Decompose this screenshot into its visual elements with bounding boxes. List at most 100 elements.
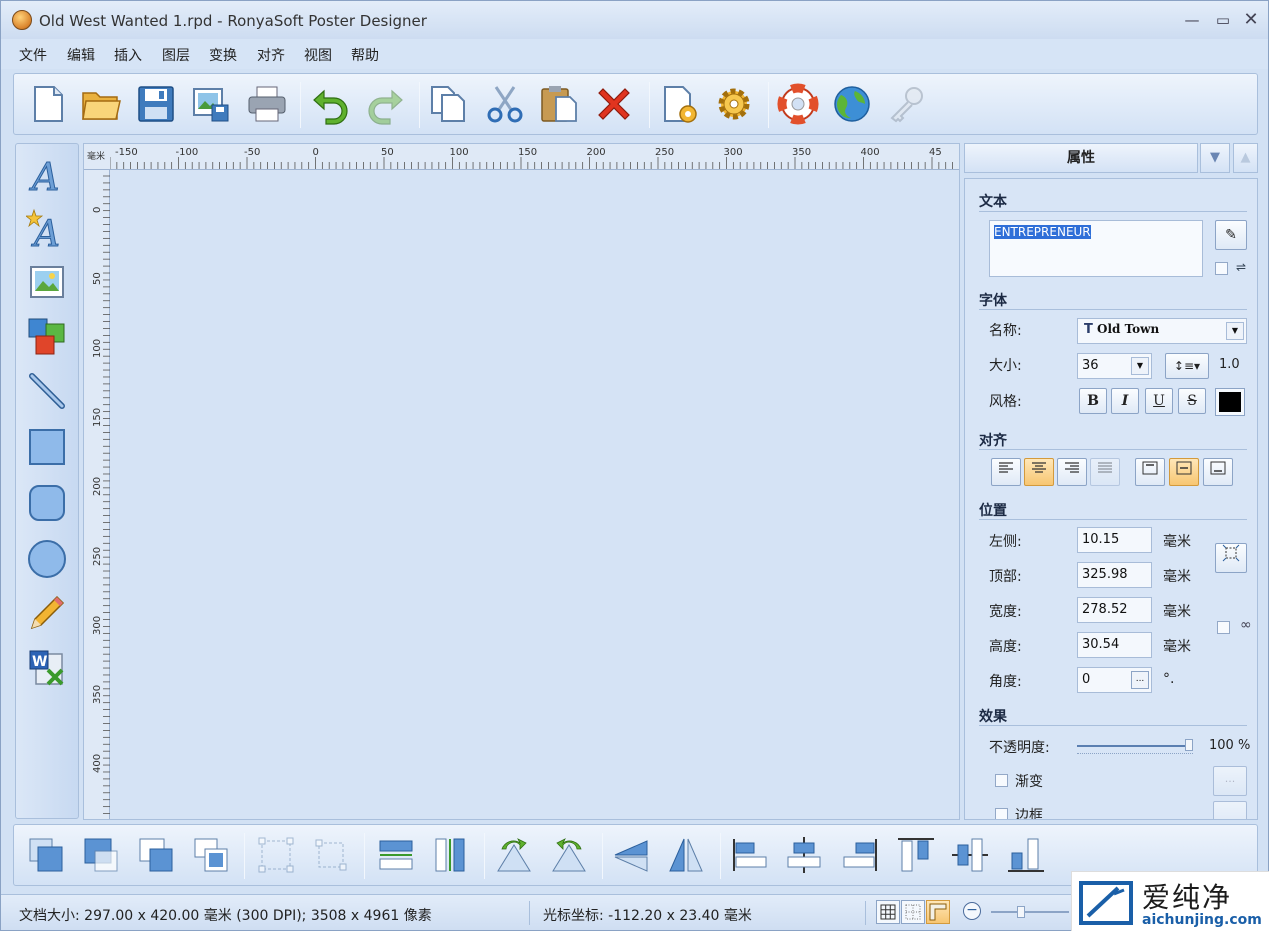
menu-layer[interactable]: 图层: [162, 45, 190, 65]
send-backward-icon[interactable]: [136, 835, 176, 875]
underline-button[interactable]: U: [1145, 388, 1173, 414]
align-top-icon[interactable]: [896, 835, 936, 875]
menu-help[interactable]: 帮助: [351, 45, 379, 65]
valign-middle-button[interactable]: [1169, 458, 1199, 486]
bring-forward-icon[interactable]: [81, 835, 121, 875]
menu-view[interactable]: 视图: [304, 45, 332, 65]
align-right-button[interactable]: [1057, 458, 1087, 486]
valign-bottom-button[interactable]: [1203, 458, 1233, 486]
text-input[interactable]: ENTREPRENEUR: [989, 220, 1203, 277]
grid-toggle-button[interactable]: [876, 900, 900, 924]
rotate-left-icon[interactable]: [494, 835, 534, 875]
italic-button[interactable]: I: [1111, 388, 1139, 414]
page-setup-icon[interactable]: [659, 83, 701, 125]
menu-transform[interactable]: 变换: [209, 45, 237, 65]
settings-gear-icon[interactable]: [713, 83, 755, 125]
pencil-tool-icon[interactable]: [26, 592, 68, 634]
valign-top-button[interactable]: [1135, 458, 1165, 486]
send-to-back-icon[interactable]: [191, 835, 231, 875]
edit-text-button[interactable]: ✎: [1215, 220, 1247, 250]
font-size-select[interactable]: 36 ▼: [1077, 353, 1152, 379]
flip-horizontal-icon[interactable]: [666, 835, 706, 875]
new-document-icon[interactable]: [27, 83, 69, 125]
align-middle-icon[interactable]: [950, 835, 990, 875]
rounded-rectangle-tool-icon[interactable]: [26, 482, 68, 524]
minimize-button[interactable]: —: [1181, 9, 1203, 31]
zoom-out-icon[interactable]: −: [963, 902, 981, 920]
work-canvas[interactable]: [111, 171, 959, 819]
opacity-slider[interactable]: [1077, 739, 1193, 751]
canvas-area[interactable]: 毫米 -150 -100 -50 0 50 100 150 200 250 300 350 400 45…: [83, 143, 960, 820]
menu-align[interactable]: 对齐: [257, 45, 285, 65]
license-key-icon[interactable]: [886, 83, 928, 125]
clipart-tool-icon[interactable]: [26, 316, 68, 358]
panel-dropdown-button[interactable]: ▼: [1200, 143, 1230, 173]
align-center-icon[interactable]: [784, 835, 824, 875]
save-icon[interactable]: [135, 83, 177, 125]
zoom-slider[interactable]: [991, 906, 1069, 918]
align-bottom-icon[interactable]: [1006, 835, 1046, 875]
width-input[interactable]: 278.52: [1077, 597, 1152, 623]
align-left-icon[interactable]: [730, 835, 770, 875]
paste-icon[interactable]: [538, 83, 580, 125]
line-spacing-button[interactable]: ↕≡▾: [1165, 353, 1209, 379]
maximize-button[interactable]: ▭: [1212, 9, 1234, 31]
ungroup-icon[interactable]: [311, 835, 351, 875]
position-preview-button[interactable]: [1215, 543, 1247, 573]
save-as-image-icon[interactable]: [190, 83, 232, 125]
menu-insert[interactable]: 插入: [114, 45, 142, 65]
web-globe-icon[interactable]: [831, 83, 873, 125]
font-name-select[interactable]: T Old Town ▼: [1077, 318, 1247, 344]
help-lifebuoy-icon[interactable]: [777, 83, 819, 125]
justify-button[interactable]: [1090, 458, 1120, 486]
text-tool-icon[interactable]: A: [26, 154, 68, 197]
print-icon[interactable]: [246, 83, 288, 125]
top-input[interactable]: 325.98: [1077, 562, 1152, 588]
align-left-button[interactable]: [991, 458, 1021, 486]
menu-file[interactable]: 文件: [19, 45, 47, 65]
copy-icon[interactable]: [428, 83, 470, 125]
menu-edit[interactable]: 编辑: [67, 45, 95, 65]
group-icon[interactable]: [256, 835, 296, 875]
image-tool-icon[interactable]: [26, 262, 68, 304]
height-input[interactable]: 30.54: [1077, 632, 1152, 658]
rulers-toggle-button[interactable]: [926, 900, 950, 924]
bold-button[interactable]: B: [1079, 388, 1107, 414]
ellipse-tool-icon[interactable]: [26, 538, 68, 580]
strikethrough-button[interactable]: S: [1178, 388, 1206, 414]
panel-collapse-button[interactable]: ▲: [1233, 143, 1258, 173]
word-import-tool-icon[interactable]: W: [26, 646, 68, 688]
rotate-right-icon[interactable]: [549, 835, 589, 875]
lock-aspect-checkbox[interactable]: [1217, 621, 1230, 634]
art-text-tool-icon[interactable]: A: [26, 208, 68, 250]
delete-icon[interactable]: [593, 83, 635, 125]
text-color-button[interactable]: [1215, 388, 1245, 416]
cut-icon[interactable]: [484, 83, 526, 125]
align-right-icon[interactable]: [840, 835, 880, 875]
chevron-down-icon[interactable]: ▼: [1226, 322, 1244, 340]
app-icon[interactable]: [12, 10, 32, 30]
wrap-checkbox[interactable]: [1215, 262, 1228, 275]
rectangle-tool-icon[interactable]: [26, 426, 68, 468]
redo-icon[interactable]: [364, 83, 406, 125]
angle-picker-icon[interactable]: ...: [1131, 671, 1149, 689]
close-button[interactable]: ✕: [1240, 9, 1262, 31]
gradient-checkbox[interactable]: [995, 774, 1008, 787]
border-checkbox[interactable]: [995, 808, 1008, 819]
align-center-button[interactable]: [1024, 458, 1054, 486]
undo-icon[interactable]: [310, 83, 352, 125]
dot-grid-toggle-button[interactable]: [901, 900, 925, 924]
flip-vertical-icon[interactable]: [611, 835, 651, 875]
open-folder-icon[interactable]: [80, 83, 122, 125]
chevron-down-icon[interactable]: ▼: [1131, 357, 1149, 375]
zoom-slider-thumb[interactable]: [1017, 906, 1025, 918]
center-horizontal-icon[interactable]: [376, 835, 416, 875]
left-input[interactable]: 10.15: [1077, 527, 1152, 553]
gradient-settings-button[interactable]: ...: [1213, 766, 1247, 796]
center-vertical-icon[interactable]: [430, 835, 470, 875]
border-settings-button[interactable]: [1213, 801, 1247, 819]
line-tool-icon[interactable]: [26, 370, 68, 412]
angle-input[interactable]: 0...: [1077, 667, 1152, 693]
opacity-slider-thumb[interactable]: [1185, 739, 1193, 751]
bring-to-front-icon[interactable]: [26, 835, 66, 875]
